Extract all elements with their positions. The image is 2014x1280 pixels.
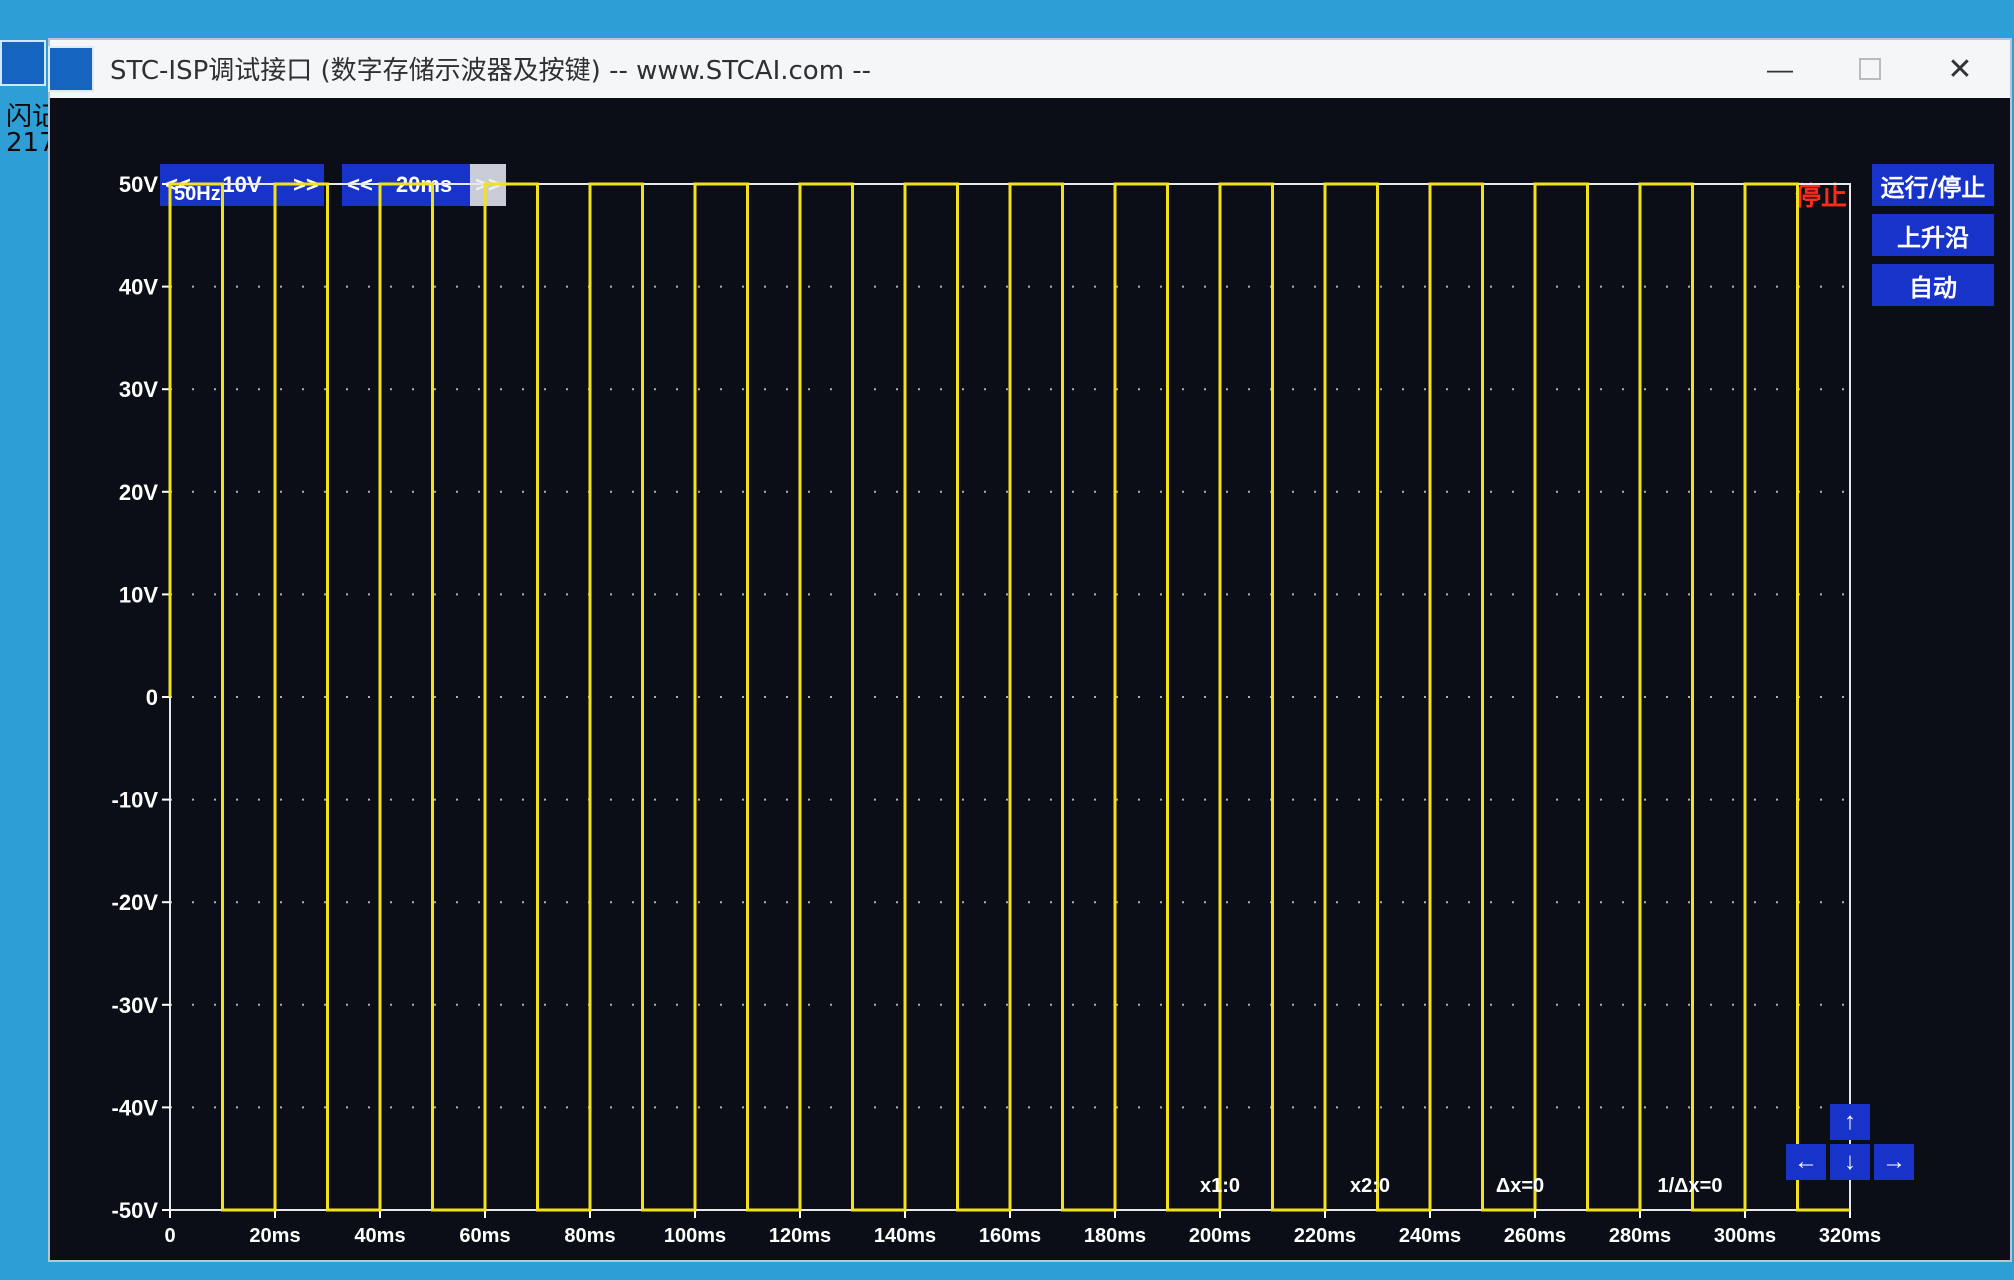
y-tick-label: 50V xyxy=(119,172,158,197)
nav-up-arrow-icon[interactable]: ↑ xyxy=(1830,1104,1870,1140)
x-tick-label: 240ms xyxy=(1399,1225,1461,1247)
nav-left-arrow-icon[interactable]: ← xyxy=(1786,1144,1826,1180)
cursor-readout: Δx=0 xyxy=(1496,1175,1544,1197)
y-tick-label: 30V xyxy=(119,377,158,402)
x-tick-label: 60ms xyxy=(459,1225,510,1247)
oscilloscope-window: STC-ISP调试接口 (数字存储示波器及按键) -- www.STCAI.co… xyxy=(48,40,2010,1260)
y-tick-label: -10V xyxy=(112,788,159,813)
scope-plot[interactable]: 50V 40V 30V 20V 10V 0 -10V -20V -30V -40V -50V 0 20… xyxy=(50,98,2010,1260)
y-tick-label: -40V xyxy=(112,1095,159,1120)
nav-right-arrow-icon[interactable]: → xyxy=(1874,1144,1914,1180)
maximize-icon[interactable] xyxy=(1835,40,1905,98)
x-tick-label: 200ms xyxy=(1189,1225,1251,1247)
nav-down-arrow-icon[interactable]: ↓ xyxy=(1830,1144,1870,1180)
x-tick-label: 40ms xyxy=(354,1225,405,1247)
x-tick-label: 220ms xyxy=(1294,1225,1356,1247)
x-axis-ticks: 0 20ms 40ms 60ms 80ms 100ms 120ms 140ms 160ms 180… xyxy=(164,1210,1881,1247)
x-tick-label: 0 xyxy=(164,1225,175,1247)
x-tick-label: 280ms xyxy=(1609,1225,1671,1247)
x-tick-label: 300ms xyxy=(1714,1225,1776,1247)
app-icon xyxy=(48,46,94,92)
y-tick-label: 20V xyxy=(119,480,158,505)
x-tick-label: 80ms xyxy=(564,1225,615,1247)
y-tick-label: 10V xyxy=(119,582,158,607)
signal-trace-layer xyxy=(168,182,1850,1212)
signal-trace xyxy=(168,182,1850,1212)
x-tick-label: 260ms xyxy=(1504,1225,1566,1247)
cursor-readouts: x1:0 x2:0 Δx=0 1/Δx=0 xyxy=(1200,1175,1723,1197)
close-icon[interactable]: ✕ xyxy=(1925,40,1995,98)
y-tick-label: -50V xyxy=(112,1198,159,1223)
cursor-readout: 1/Δx=0 xyxy=(1658,1175,1723,1197)
cursor-readout: x2:0 xyxy=(1350,1175,1390,1197)
x-tick-label: 120ms xyxy=(769,1225,831,1247)
y-tick-label: -30V xyxy=(112,993,159,1018)
scope-area: << 10V >> << 20ms >> 停止 运行/停止 上升沿 自动 50V… xyxy=(50,98,2010,1260)
y-tick-label: 40V xyxy=(119,275,158,300)
x-tick-label: 320ms xyxy=(1819,1225,1881,1247)
x-tick-label: 140ms xyxy=(874,1225,936,1247)
cursor-readout: x1:0 xyxy=(1200,1175,1240,1197)
x-tick-label: 100ms xyxy=(664,1225,726,1247)
x-tick-label: 160ms xyxy=(979,1225,1041,1247)
desktop-app-icon[interactable] xyxy=(0,40,46,86)
frequency-label: 50Hz xyxy=(174,183,221,205)
x-tick-label: 20ms xyxy=(249,1225,300,1247)
title-bar[interactable]: STC-ISP调试接口 (数字存储示波器及按键) -- www.STCAI.co… xyxy=(48,40,2010,99)
window-title: STC-ISP调试接口 (数字存储示波器及按键) -- www.STCAI.co… xyxy=(110,56,872,86)
y-tick-label: -20V xyxy=(112,890,159,915)
minimize-icon[interactable]: — xyxy=(1745,40,1815,98)
x-tick-label: 180ms xyxy=(1084,1225,1146,1247)
y-tick-label: 0 xyxy=(146,685,158,710)
y-axis-ticks: 50V 40V 30V 20V 10V 0 -10V -20V -30V -40V -50V xyxy=(112,172,170,1223)
